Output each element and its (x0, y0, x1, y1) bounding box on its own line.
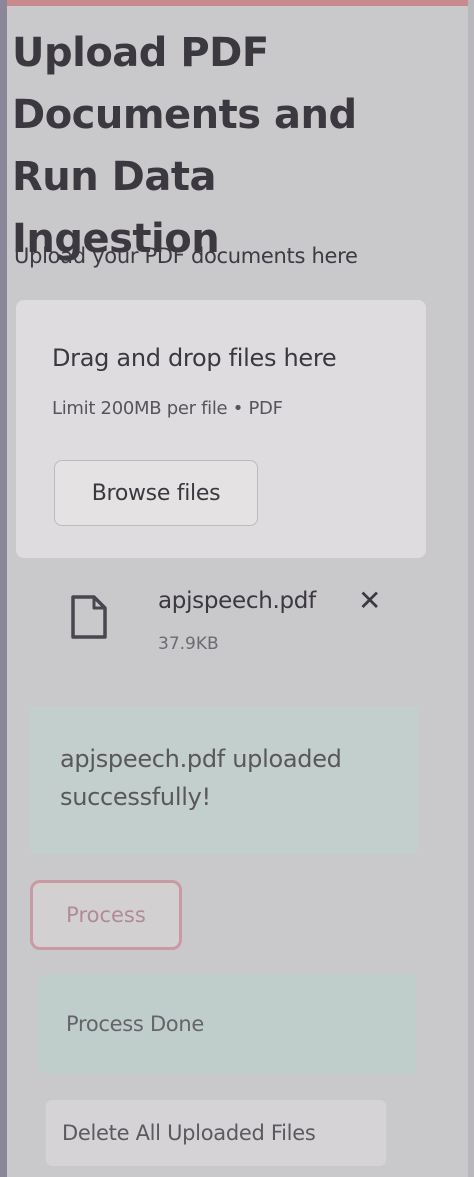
upload-success-alert: apjspeech.pdf uploaded successfully! (30, 706, 418, 854)
process-done-message: Process Done (66, 1012, 204, 1036)
delete-all-files-button[interactable]: Delete All Uploaded Files (46, 1100, 386, 1166)
right-edge (468, 0, 474, 1177)
file-size: 37.9KB (158, 634, 219, 654)
browse-files-button[interactable]: Browse files (54, 460, 258, 526)
uploader-label: Upload your PDF documents here (14, 244, 358, 268)
file-dropzone[interactable]: Drag and drop files here Limit 200MB per… (16, 300, 426, 558)
left-edge (0, 0, 7, 1177)
close-icon[interactable]: ✕ (358, 586, 381, 616)
dropzone-title: Drag and drop files here (52, 344, 337, 372)
file-name: apjspeech.pdf (158, 588, 316, 614)
file-icon (70, 594, 108, 640)
uploaded-file-item: apjspeech.pdf 37.9KB ✕ (66, 584, 406, 664)
page-title: Upload PDF Documents and Run Data Ingest… (12, 30, 357, 262)
process-done-alert: Process Done (38, 974, 416, 1074)
process-button[interactable]: Process (30, 880, 182, 950)
dropzone-limit: Limit 200MB per file • PDF (52, 398, 283, 419)
top-accent-bar (0, 0, 474, 6)
upload-success-message: apjspeech.pdf uploaded successfully! (60, 745, 342, 811)
